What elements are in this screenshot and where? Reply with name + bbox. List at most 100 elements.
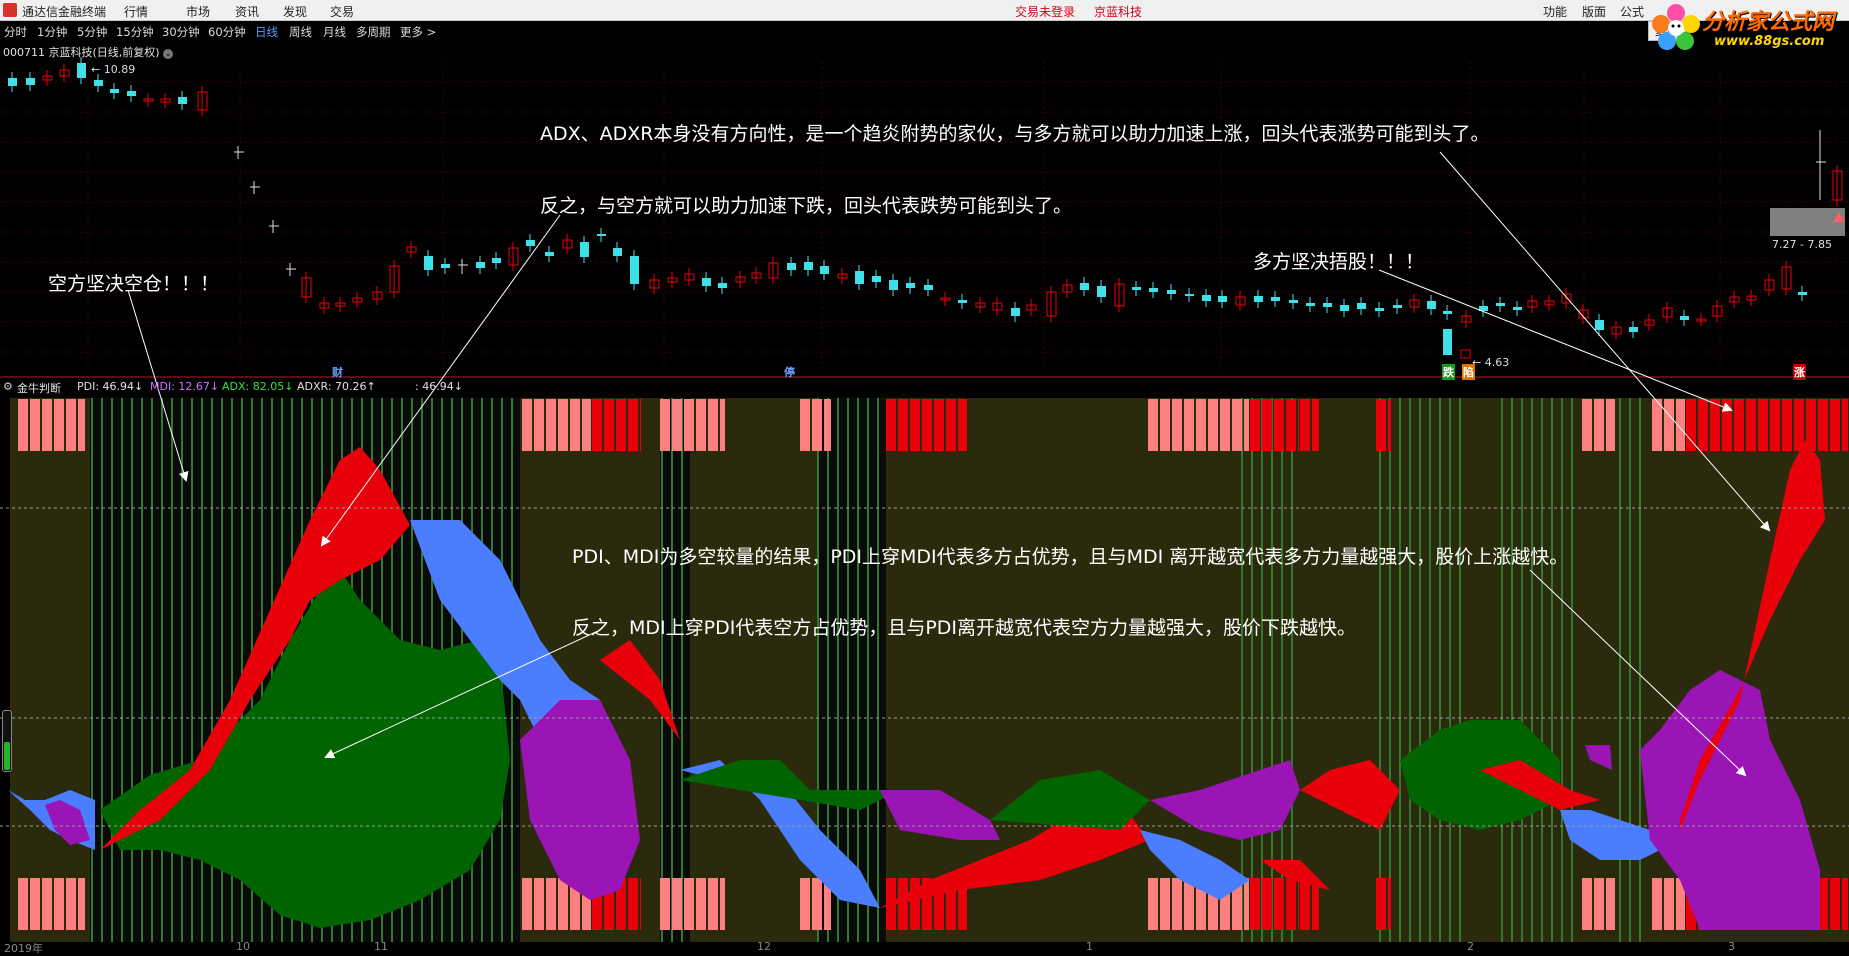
high-price-label: ← 10.89	[91, 63, 136, 76]
signal-bar-top	[582, 399, 591, 451]
signal-bar-top	[1160, 399, 1170, 451]
signal-bar-bottom	[898, 878, 908, 930]
signal-bar-bottom	[1244, 878, 1249, 930]
candle-body	[94, 80, 103, 86]
annotation-mdi-up: 反之，MDI上穿PDI代表空方占优势，且与PDI离开越宽代表空方力量越强大，股价…	[572, 617, 1357, 639]
signal-bar-bottom	[708, 878, 718, 930]
signal-bar-top	[1196, 399, 1206, 451]
signal-bar-bottom	[78, 878, 85, 930]
candle-body	[1375, 308, 1384, 311]
candle-body	[1254, 296, 1263, 302]
signal-bar-top	[800, 399, 810, 451]
signal-bar-top	[1312, 399, 1319, 451]
candle-body	[855, 271, 864, 284]
candle-body	[1306, 303, 1315, 306]
candle-body	[820, 266, 829, 274]
signal-bar-top	[696, 399, 706, 451]
signal-bar-top	[1148, 399, 1158, 451]
signal-bar-top	[546, 399, 556, 451]
signal-bar-bottom	[18, 878, 28, 930]
date-label: 3	[1728, 940, 1735, 953]
signal-bar-bottom	[1172, 878, 1182, 930]
signal-bar-bottom	[546, 878, 556, 930]
signal-bar-bottom	[1652, 878, 1662, 930]
signal-bar-top	[660, 399, 670, 451]
signal-bar-top	[522, 399, 532, 451]
date-label: 11	[374, 940, 388, 953]
signal-bar-bottom	[558, 878, 568, 930]
signal-bar-top	[1220, 399, 1230, 451]
signal-bar-top	[1734, 399, 1744, 451]
signal-bar-bottom	[1298, 878, 1299, 930]
indicator-header: ⚙ 金牛判断 PDI: 46.94↓ MDI: 12.67↓ ADX: 82.0…	[0, 378, 1849, 396]
signal-bar-top	[708, 399, 718, 451]
signal-bar-top	[1830, 399, 1840, 451]
candle-body	[718, 283, 727, 288]
candle-body	[1393, 305, 1402, 308]
candle-body	[804, 262, 813, 270]
signal-bar-bottom	[628, 878, 638, 930]
indicator-gear-icon[interactable]: ⚙	[3, 380, 13, 393]
candle-body	[1289, 300, 1298, 303]
candle-body	[526, 240, 535, 246]
date-label: 2	[1467, 940, 1474, 953]
signal-bar-bottom	[1286, 878, 1296, 930]
indicator-name[interactable]: 金牛判断	[17, 380, 61, 396]
signal-bar-bottom	[42, 878, 52, 930]
signal-bar-top	[958, 399, 967, 451]
signal-bar-bottom	[522, 878, 532, 930]
candle-body	[492, 258, 501, 263]
signal-bar-top	[1376, 399, 1386, 451]
signal-bar-top	[886, 399, 896, 451]
signal-bar-top	[1842, 399, 1848, 451]
candle-body	[1357, 303, 1366, 309]
candle-body	[1149, 288, 1158, 292]
signal-bar-bottom	[660, 878, 670, 930]
signal-bar-top	[1594, 399, 1604, 451]
signal-bar-top	[720, 399, 725, 451]
signal-bar-top	[1770, 399, 1780, 451]
candle-body	[1340, 305, 1349, 311]
candle-body	[1011, 308, 1020, 316]
signal-bar-top	[570, 399, 580, 451]
signal-bar-top	[30, 399, 40, 451]
signal-bar-top	[78, 399, 85, 451]
signal-bar-top	[684, 399, 694, 451]
candle-body	[1080, 283, 1089, 290]
signal-bar-top	[558, 399, 568, 451]
signal-bar-bottom	[1606, 878, 1615, 930]
signal-bar-top	[18, 399, 28, 451]
signal-bar-top	[66, 399, 76, 451]
candle-body	[1629, 327, 1638, 332]
signal-bar-bottom	[1594, 878, 1604, 930]
indicator-band	[660, 398, 690, 942]
signal-bar-top	[1664, 399, 1674, 451]
signal-bar-bottom	[30, 878, 40, 930]
signal-bar-top	[1582, 399, 1592, 451]
signal-bar-top	[640, 399, 641, 451]
signal-bar-top	[1746, 399, 1756, 451]
date-label: 12	[757, 940, 771, 953]
signal-bar-bottom	[640, 878, 641, 930]
candle-body	[630, 256, 639, 284]
candle-body	[597, 234, 606, 236]
candle-body	[787, 263, 796, 270]
signal-bar-bottom	[1842, 878, 1848, 930]
signal-bar-top	[1794, 399, 1804, 451]
candle-body	[924, 285, 933, 290]
signal-bar-top	[1286, 399, 1296, 451]
candle-body	[424, 256, 433, 270]
price-range-label: 7.27 - 7.85	[1772, 238, 1832, 251]
signal-bar-bottom	[910, 878, 920, 930]
signal-bar-bottom	[812, 878, 822, 930]
candle-body	[1595, 320, 1604, 330]
signal-bar-top	[1250, 399, 1260, 451]
annotation-adx-down: 反之，与空方就可以助力加速下跌，回头代表跌势可能到头了。	[540, 195, 1073, 217]
signal-bar-top	[628, 399, 638, 451]
candle-body	[1680, 316, 1689, 320]
signal-bar-top	[910, 399, 920, 451]
signal-bar-top	[616, 399, 626, 451]
vertical-scrollbar[interactable]	[2, 710, 12, 772]
signal-bar-bottom	[800, 878, 810, 930]
signal-bar-top	[1300, 399, 1310, 451]
